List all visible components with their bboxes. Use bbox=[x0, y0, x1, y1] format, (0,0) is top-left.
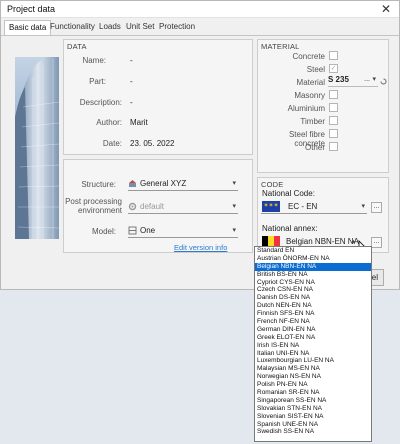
national-annex-option[interactable]: German DIN-EN NA bbox=[255, 326, 371, 334]
edit-version-info-link[interactable]: Edit version info bbox=[174, 243, 227, 252]
timber-checkbox[interactable] bbox=[329, 116, 338, 125]
national-annex-option[interactable]: Austrian ÖNORM-EN NA bbox=[255, 255, 371, 263]
national-annex-option[interactable]: Slovenian SIST-EN NA bbox=[255, 413, 371, 421]
description-value[interactable]: - bbox=[130, 98, 133, 107]
chevron-down-icon: ▾ bbox=[361, 203, 365, 210]
structure-label: Structure: bbox=[81, 180, 116, 189]
national-annex-option[interactable]: British BS-EN NA bbox=[255, 271, 371, 279]
material-more: ... bbox=[364, 76, 370, 83]
model-label: Model: bbox=[91, 227, 116, 236]
structure-group: Structure: General XYZ ▾ Post processing… bbox=[63, 159, 253, 253]
tab-protection[interactable]: Protection bbox=[159, 22, 195, 31]
refresh-icon[interactable] bbox=[380, 78, 387, 85]
postprocessing-select[interactable]: default ▾ bbox=[128, 200, 238, 214]
masonry-checkbox[interactable] bbox=[329, 90, 338, 99]
steel-label: Steel bbox=[306, 65, 325, 74]
tab-divider bbox=[1, 35, 399, 36]
national-annex-option[interactable]: Belgian NBN-EN NA bbox=[255, 262, 371, 271]
steel-checkbox[interactable]: ✓ bbox=[329, 64, 338, 73]
data-group: DATA Name: - Part: - Description: - Auth… bbox=[63, 39, 253, 155]
structure-select[interactable]: General XYZ ▾ bbox=[128, 177, 238, 191]
building-photo-icon bbox=[15, 57, 59, 239]
tab-functionality[interactable]: Functionality bbox=[50, 22, 95, 31]
chevron-down-icon: ▾ bbox=[232, 227, 236, 234]
national-annex-option[interactable]: French NF-EN NA bbox=[255, 318, 371, 326]
author-value[interactable]: Marit bbox=[130, 118, 148, 127]
national-annex-option[interactable]: Singaporean SS-EN NA bbox=[255, 397, 371, 405]
tab-basic-data[interactable]: Basic data bbox=[4, 20, 52, 35]
name-label: Name: bbox=[82, 56, 106, 65]
date-label: Date: bbox=[102, 139, 122, 148]
model-select[interactable]: One ▾ bbox=[128, 224, 238, 238]
national-annex-option[interactable]: Cypriot CYS-EN NA bbox=[255, 279, 371, 287]
chevron-down-icon: ▾ bbox=[372, 76, 376, 83]
masonry-label: Masonry bbox=[294, 91, 325, 100]
national-annex-label: National annex: bbox=[262, 224, 318, 233]
model-value: One bbox=[140, 226, 156, 235]
chevron-down-icon: ▾ bbox=[232, 203, 236, 210]
timber-label: Timber bbox=[300, 117, 325, 126]
part-label: Part: bbox=[89, 77, 106, 86]
national-code-select[interactable]: ✶✶✶ EC - EN ▾ bbox=[261, 200, 367, 214]
national-annex-option[interactable]: Irish IS-EN NA bbox=[255, 342, 371, 350]
national-code-more-button[interactable]: ... bbox=[371, 202, 382, 213]
material-group-title: MATERIAL bbox=[261, 42, 300, 51]
national-annex-more-button[interactable]: ... bbox=[371, 237, 382, 248]
chevron-down-icon: ▾ bbox=[232, 180, 236, 187]
date-value[interactable]: 23. 05. 2022 bbox=[130, 139, 174, 148]
national-annex-option-list: Standard EN Austrian ÖNORM-EN NA Belgian N… bbox=[255, 247, 371, 436]
other-label: Other bbox=[304, 143, 325, 152]
national-annex-option[interactable]: Standard EN bbox=[255, 247, 371, 255]
part-value[interactable]: - bbox=[130, 77, 133, 86]
postprocessing-label: Post processing environment bbox=[65, 197, 122, 215]
tab-bar: Basic data Functionality Loads Unit Set … bbox=[1, 19, 399, 35]
concrete-label: Concrete bbox=[292, 52, 325, 61]
model-icon bbox=[128, 226, 137, 235]
gear-icon bbox=[128, 202, 137, 211]
national-annex-option[interactable]: Czech CSN-EN NA bbox=[255, 286, 371, 294]
postprocessing-value: default bbox=[140, 202, 165, 211]
code-group: CODE National Code: ✶✶✶ EC - EN ▾ ... Na… bbox=[257, 177, 389, 253]
national-annex-option[interactable]: Polish PN-EN NA bbox=[255, 381, 371, 389]
material-group: MATERIAL Concrete Steel ✓ Material S 235… bbox=[257, 39, 389, 173]
concrete-checkbox[interactable] bbox=[329, 51, 338, 60]
national-annex-option[interactable]: Swedish SS-EN NA bbox=[255, 428, 371, 436]
national-annex-option[interactable]: Norwegian NS-EN NA bbox=[255, 373, 371, 381]
national-annex-option[interactable]: Danish DS-EN NA bbox=[255, 294, 371, 302]
material-label: Material bbox=[296, 78, 325, 87]
national-annex-option[interactable]: Romanian SR-EN NA bbox=[255, 389, 371, 397]
steel-fibre-concrete-checkbox[interactable] bbox=[329, 129, 338, 138]
author-label: Author: bbox=[96, 118, 122, 127]
tab-loads[interactable]: Loads bbox=[99, 22, 121, 31]
national-annex-option[interactable]: Luxembourgian LU-EN NA bbox=[255, 357, 371, 365]
material-value: S 235 bbox=[328, 75, 349, 84]
description-label: Description: bbox=[79, 98, 122, 107]
title-bar: Project data ✕ bbox=[1, 1, 399, 18]
national-annex-option[interactable]: Finnish SFS-EN NA bbox=[255, 310, 371, 318]
aluminium-label: Aluminium bbox=[287, 104, 325, 113]
national-annex-option[interactable]: Italian UNI-EN NA bbox=[255, 350, 371, 358]
other-checkbox[interactable] bbox=[329, 142, 338, 151]
material-select[interactable]: S 235 ... ▾ bbox=[328, 73, 378, 87]
window-title: Project data bbox=[7, 4, 56, 14]
national-annex-option[interactable]: Greek ELOT-EN NA bbox=[255, 334, 371, 342]
structure-value: General XYZ bbox=[140, 179, 187, 188]
national-annex-option[interactable]: Spanish UNE-EN NA bbox=[255, 421, 371, 429]
eu-flag-icon: ✶✶✶ bbox=[262, 201, 280, 212]
structure-icon bbox=[129, 180, 136, 187]
national-code-value: EC - EN bbox=[288, 202, 318, 211]
name-value[interactable]: - bbox=[130, 56, 133, 65]
national-annex-option[interactable]: Malaysian MS-EN NA bbox=[255, 365, 371, 373]
code-group-title: CODE bbox=[261, 180, 284, 189]
tab-unit-set[interactable]: Unit Set bbox=[126, 22, 154, 31]
aluminium-checkbox[interactable] bbox=[329, 103, 338, 112]
national-annex-option[interactable]: Dutch NEN-EN NA bbox=[255, 302, 371, 310]
national-code-label: National Code: bbox=[262, 189, 315, 198]
close-icon[interactable]: ✕ bbox=[379, 2, 393, 16]
national-annex-dropdown[interactable]: Standard EN Austrian ÖNORM-EN NA Belgian N… bbox=[254, 246, 372, 442]
national-annex-option[interactable]: Slovakian STN-EN NA bbox=[255, 405, 371, 413]
project-image bbox=[15, 57, 59, 239]
data-group-title: DATA bbox=[67, 42, 87, 51]
